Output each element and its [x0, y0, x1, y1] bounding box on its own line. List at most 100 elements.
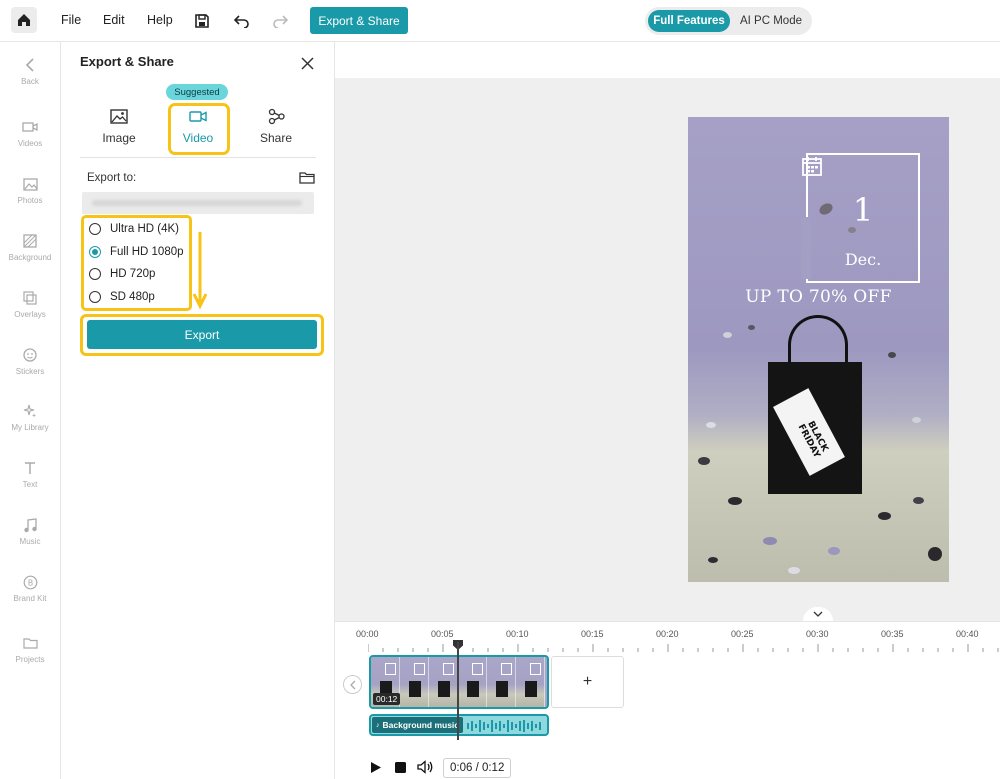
- confetti: [708, 557, 718, 563]
- clip-thumbnail: [400, 657, 429, 707]
- audio-clip-title: Background music: [382, 720, 460, 730]
- canvas-header: [335, 42, 1000, 78]
- folder-icon: [21, 634, 39, 652]
- sidebar-item-projects[interactable]: Projects: [0, 634, 60, 680]
- time-tick: 00:10: [506, 629, 529, 639]
- close-button[interactable]: [298, 54, 316, 72]
- time-tick: 00:40: [956, 629, 979, 639]
- add-clip-button[interactable]: +: [551, 656, 624, 708]
- image-icon: [110, 108, 128, 126]
- promo-month: Dec.: [844, 250, 882, 269]
- share-icon: [268, 108, 285, 126]
- sidebar-item-overlays[interactable]: Overlays: [0, 289, 60, 335]
- menu-file[interactable]: File: [61, 13, 81, 27]
- confetti: [728, 497, 742, 505]
- save-button[interactable]: [192, 11, 212, 31]
- export-path-field[interactable]: [82, 192, 314, 214]
- play-button[interactable]: [369, 760, 383, 774]
- full-features-mode[interactable]: Full Features: [648, 10, 730, 32]
- export-button[interactable]: Export: [87, 320, 317, 349]
- export-share-button[interactable]: Export & Share: [310, 7, 408, 34]
- confetti: [706, 422, 716, 428]
- tab-share[interactable]: Share: [246, 102, 306, 150]
- time-tick: 00:20: [656, 629, 679, 639]
- time-tick: 00:25: [731, 629, 754, 639]
- redo-button[interactable]: [270, 11, 290, 31]
- menu-edit[interactable]: Edit: [103, 13, 125, 27]
- sidebar-item-label: Overlays: [14, 310, 46, 319]
- confetti: [788, 567, 800, 574]
- audio-clip[interactable]: ♪ Background music: [369, 714, 549, 736]
- stop-button[interactable]: [394, 761, 406, 773]
- stop-icon: [394, 761, 406, 773]
- confetti: [698, 457, 710, 465]
- clip-thumbnail: [487, 657, 516, 707]
- suggested-badge: Suggested: [166, 84, 228, 100]
- confetti: [723, 332, 732, 338]
- redo-icon: [273, 15, 288, 28]
- sparkle-icon: [21, 402, 39, 420]
- sidebar-item-background[interactable]: Background: [0, 232, 60, 278]
- menu-help[interactable]: Help: [147, 13, 173, 27]
- audio-clip-label: ♪ Background music: [372, 717, 464, 733]
- divider: [80, 157, 316, 158]
- photo-icon: [21, 175, 39, 193]
- mode-toggle: Full Features AI PC Mode: [645, 7, 812, 35]
- confetti: [888, 352, 896, 358]
- tab-image[interactable]: Image: [89, 102, 149, 150]
- play-icon: [371, 761, 381, 773]
- sidebar-item-label: Stickers: [15, 367, 45, 376]
- sidebar-item-back[interactable]: Back: [0, 56, 60, 102]
- volume-button[interactable]: [416, 759, 434, 775]
- volume-icon: [416, 760, 432, 774]
- music-icon: [21, 516, 39, 534]
- undo-icon: [234, 15, 249, 28]
- sidebar-item-videos[interactable]: Videos: [0, 118, 60, 164]
- tab-label: Share: [259, 130, 293, 145]
- sidebar-item-label: My Library: [11, 423, 49, 432]
- chevron-left-icon: [21, 56, 39, 74]
- time-tick: 00:15: [581, 629, 604, 639]
- redacted-path: [92, 200, 302, 206]
- undo-button[interactable]: [232, 11, 252, 31]
- home-button[interactable]: [11, 7, 37, 33]
- video-preview[interactable]: 1 Dec. UP TO 70% OFF BLACK FRIDAY: [688, 117, 949, 582]
- promo-day: 1: [852, 191, 874, 229]
- export-to-label: Export to:: [87, 172, 137, 184]
- time-tick: 00:35: [881, 629, 904, 639]
- home-icon: [18, 14, 30, 26]
- time-tick: 00:00: [356, 629, 379, 639]
- sidebar-item-label: Photos: [17, 196, 43, 205]
- video-tab-highlight: [168, 103, 230, 155]
- sidebar-item-my-library[interactable]: My Library: [0, 402, 60, 448]
- sidebar-item-photos[interactable]: Photos: [0, 175, 60, 221]
- sidebar-item-label: Background: [8, 253, 52, 262]
- background-icon: [21, 232, 39, 250]
- sidebar-item-brand-kit[interactable]: B Brand Kit: [0, 573, 60, 619]
- svg-text:B: B: [27, 578, 33, 587]
- panel-title: Export & Share: [80, 54, 174, 69]
- promo-headline: UP TO 70% OFF: [745, 287, 892, 307]
- clip-duration-badge: 00:12: [373, 693, 401, 705]
- confetti: [928, 547, 942, 561]
- sidebar-item-text[interactable]: Text: [0, 459, 60, 505]
- sidebar-item-stickers[interactable]: Stickers: [0, 346, 60, 392]
- sidebar-item-label: Back: [21, 77, 39, 86]
- left-sidebar: Back Videos Photos Background Overlays S…: [0, 42, 61, 779]
- playhead[interactable]: [457, 642, 459, 740]
- sidebar-item-music[interactable]: Music: [0, 516, 60, 562]
- sticker-icon: [21, 346, 39, 364]
- confetti: [912, 417, 921, 423]
- export-panel: Export & Share Suggested Image Video Sha…: [62, 42, 335, 779]
- timeline-scroll-left-button[interactable]: [343, 675, 362, 694]
- ai-pc-mode[interactable]: AI PC Mode: [733, 10, 809, 32]
- browse-folder-button[interactable]: [298, 169, 316, 185]
- sidebar-item-label: Videos: [17, 139, 43, 148]
- time-tick: 00:05: [431, 629, 454, 639]
- arrow-down-icon: [193, 232, 207, 310]
- timeline: 00:00 00:05 00:10 00:15 00:20 00:25 00:3…: [335, 621, 1000, 779]
- clip-thumbnail: [429, 657, 458, 707]
- time-tick: 00:30: [806, 629, 829, 639]
- sidebar-item-label: Text: [22, 480, 38, 489]
- time-display: 0:06 / 0:12: [443, 758, 512, 778]
